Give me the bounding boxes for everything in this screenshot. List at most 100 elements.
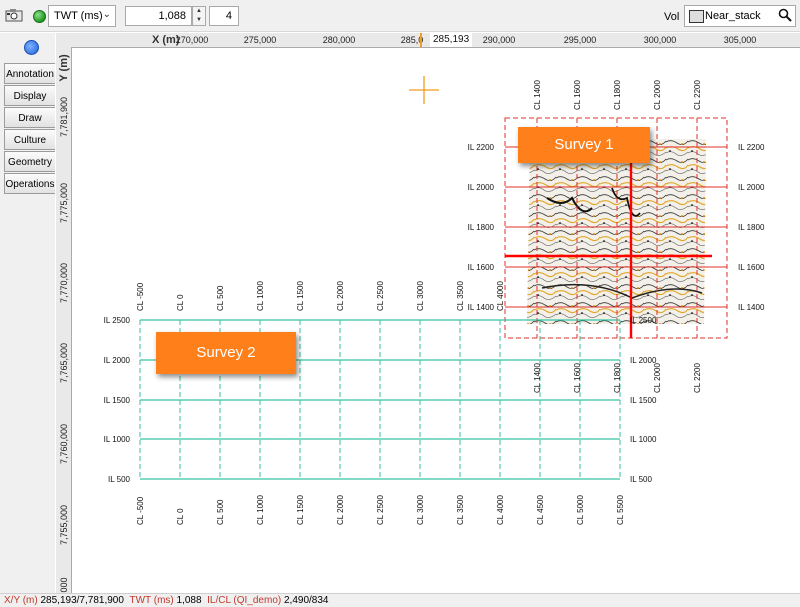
survey2-il-left-label: IL 1500 xyxy=(104,396,131,405)
x-tick: 280,000 xyxy=(322,35,356,45)
x-tick: 275,000 xyxy=(243,35,277,45)
cursor-x-readout: 285,193 xyxy=(430,33,473,47)
survey2-il-right-label: IL 1500 xyxy=(630,396,657,405)
survey1-il-right-label: IL 1800 xyxy=(738,223,765,232)
y-tick: 7,760,000 xyxy=(59,423,69,465)
survey2-il-left-label: IL 2500 xyxy=(104,316,131,325)
survey2-cl-bottom-label: CL 1000 xyxy=(256,495,265,526)
status-bar: X/Y (m) 285,193/7,781,900 TWT (ms) 1,088… xyxy=(0,593,800,607)
survey2-il-right-label: IL 1000 xyxy=(630,435,657,444)
status-ilcl-key: IL/CL (QI_demo) xyxy=(207,595,282,606)
survey2-label[interactable]: Survey 2 xyxy=(156,332,296,374)
spin-up-icon[interactable]: ▲ xyxy=(193,7,205,16)
tab-annotation[interactable]: Annotation xyxy=(4,63,55,84)
tab-display[interactable]: Display xyxy=(4,85,55,106)
survey2-cl-bottom-label: CL 2000 xyxy=(336,495,345,526)
survey1-cl-top-label: CL 1600 xyxy=(573,80,582,111)
survey1-il-left-label: IL 2200 xyxy=(468,143,495,152)
survey1-cl-bottom-label: CL 1400 xyxy=(533,363,542,394)
survey2-cl-bottom-label: CL 0 xyxy=(176,508,185,525)
survey2-cl-bottom-label: CL -500 xyxy=(136,496,145,525)
time-value-input[interactable]: 1,088 xyxy=(125,6,192,26)
survey1-il-left-label: IL 1400 xyxy=(468,303,495,312)
map-canvas[interactable]: CL 1400 CL 1600 CL 1800 CL 2000 CL 2200 CL 14… xyxy=(72,48,800,593)
survey2-cl-top-label: CL 3000 xyxy=(416,281,425,312)
survey2-cl-bottom-label: CL 3500 xyxy=(456,495,465,526)
tab-geometry[interactable]: Geometry xyxy=(4,151,55,172)
survey1-cl-top-label: CL 1800 xyxy=(613,80,622,111)
survey1-cl-bottom-label: CL 2000 xyxy=(653,363,662,394)
survey2-cl-bottom-label: CL 5500 xyxy=(616,495,625,526)
survey1-cl-bottom-label: CL 1800 xyxy=(613,363,622,394)
volume-name: Near_stack xyxy=(705,10,761,22)
time-spinner[interactable]: ▲ ▼ xyxy=(192,6,206,26)
survey2-cl-top-label: CL 500 xyxy=(216,285,225,311)
x-tick: 270,000 xyxy=(175,35,209,45)
step-input[interactable]: 4 xyxy=(209,6,239,26)
survey1-label[interactable]: Survey 1 xyxy=(518,127,650,163)
survey2-cl-top-label: CL 2000 xyxy=(336,281,345,312)
volume-label: Vol xyxy=(664,11,680,23)
chevron-down-icon: ⌄ xyxy=(102,9,111,20)
survey2-il-right-label: IL 2000 xyxy=(630,356,657,365)
status-xy-key: X/Y (m) xyxy=(4,595,38,606)
x-tick: 295,000 xyxy=(563,35,597,45)
y-tick: 7,765,000 xyxy=(59,342,69,384)
status-twt-key: TWT (ms) xyxy=(129,595,174,606)
y-tick: 7,781,900 xyxy=(59,96,69,138)
survey1-cl-bottom-label: CL 1600 xyxy=(573,363,582,394)
y-axis: 7,781,900 7,775,000 7,770,000 7,765,000 … xyxy=(56,47,72,593)
volume-select[interactable]: Near_stack xyxy=(684,5,796,27)
x-tick: 290,000 xyxy=(482,35,516,45)
survey2-cl-top-label: CL 1000 xyxy=(256,281,265,312)
crosshair-cursor-icon xyxy=(409,76,439,104)
y-tick: 7,770,000 xyxy=(59,262,69,304)
x-tick: 305,000 xyxy=(723,35,757,45)
tab-culture[interactable]: Culture xyxy=(4,129,55,150)
survey2-il-right-label: IL 2500 xyxy=(630,316,657,325)
survey2-cl-bottom-label: CL 4000 xyxy=(496,495,505,526)
spin-down-icon[interactable]: ▼ xyxy=(193,16,205,25)
status-xy-value: 285,193/7,781,900 xyxy=(40,595,124,606)
survey2-cl-bottom-label: CL 2500 xyxy=(376,495,385,526)
volume-icon xyxy=(689,10,704,23)
survey2-cl-top-label: CL 4000 xyxy=(496,281,505,312)
status-ilcl-value: 2,490/834 xyxy=(284,595,329,606)
survey2-il-left-label: IL 1000 xyxy=(104,435,131,444)
domain-select[interactable]: TWT (ms) ⌄ xyxy=(48,5,116,27)
survey1-il-left-label: IL 1800 xyxy=(468,223,495,232)
x-tick: 300,000 xyxy=(643,35,677,45)
survey2-cl-top-label: CL -500 xyxy=(136,282,145,311)
survey2-cl-top-label: CL 0 xyxy=(176,294,185,311)
camera-icon[interactable] xyxy=(5,8,23,22)
survey1-cl-bottom-label: CL 2200 xyxy=(693,363,702,394)
survey2-il-left-label: IL 500 xyxy=(108,475,130,484)
y-tick: 7,755,000 xyxy=(59,504,69,546)
survey1-il-right-label: IL 2200 xyxy=(738,143,765,152)
tab-draw[interactable]: Draw xyxy=(4,107,55,128)
status-indicator-icon xyxy=(33,10,46,23)
survey1-il-left-label: IL 2000 xyxy=(468,183,495,192)
toolbar: TWT (ms) ⌄ 1,088 ▲ ▼ 4 Vol Near_stack xyxy=(0,0,800,32)
cursor-x-marker xyxy=(420,33,422,47)
survey2-cl-top-label: CL 3500 xyxy=(456,281,465,312)
survey1-il-right-label: IL 1600 xyxy=(738,263,765,272)
y-axis-label: Y (m) xyxy=(58,54,70,82)
survey2-cl-bottom-label: CL 5000 xyxy=(576,495,585,526)
search-icon[interactable] xyxy=(778,8,792,25)
survey1-il-right-label: IL 1400 xyxy=(738,303,765,312)
survey2-il-left-label: IL 2000 xyxy=(104,356,131,365)
survey1-cl-top-label: CL 1400 xyxy=(533,80,542,111)
axis-corner xyxy=(56,33,72,47)
survey2-cl-top-label: CL 1500 xyxy=(296,281,305,312)
tab-operations[interactable]: Operations xyxy=(4,173,55,194)
survey2-il-right-label: IL 500 xyxy=(630,475,652,484)
navigate-icon[interactable] xyxy=(24,40,39,55)
survey2-cl-top-label: CL 2500 xyxy=(376,281,385,312)
y-tick: 7,775,000 xyxy=(59,182,69,224)
survey2-cl-bottom-label: CL 3000 xyxy=(416,495,425,526)
survey1-il-right-label: IL 2000 xyxy=(738,183,765,192)
status-twt-value: 1,088 xyxy=(176,595,202,606)
map-svg[interactable]: CL 1400 CL 1600 CL 1800 CL 2000 CL 2200 CL 14… xyxy=(72,48,800,593)
survey2-cl-bottom-label: CL 1500 xyxy=(296,495,305,526)
